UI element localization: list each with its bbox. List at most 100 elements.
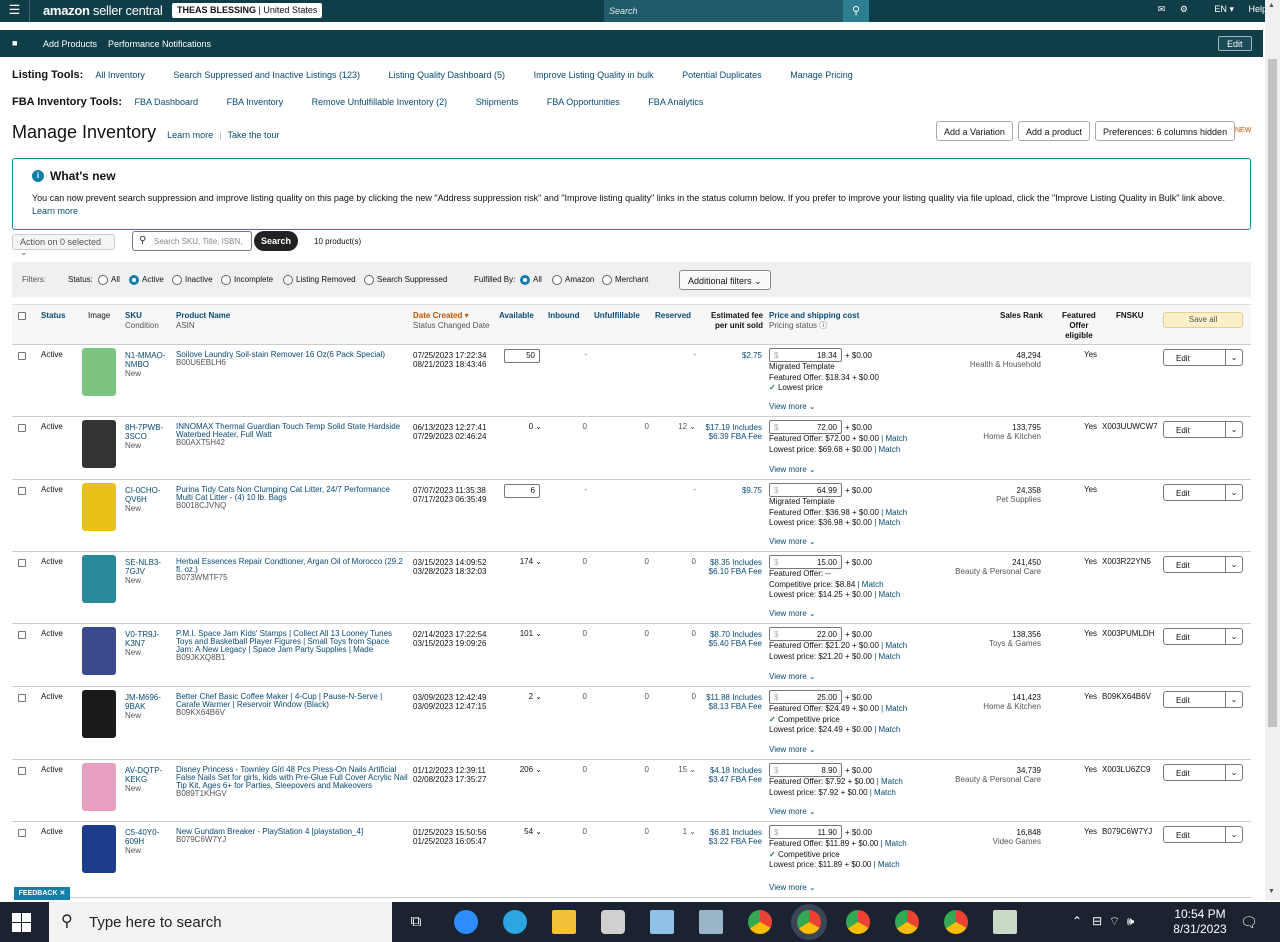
calculator-icon[interactable] <box>699 910 723 934</box>
match-link[interactable]: | Match <box>872 725 900 734</box>
available-input[interactable]: 6 <box>504 484 540 498</box>
row-sku[interactable]: 8H-7PWB- 3SCO New <box>125 423 163 450</box>
add-products-link[interactable]: Add Products <box>43 39 97 49</box>
network-icon[interactable]: ⊟ <box>1092 914 1102 928</box>
row-product-name[interactable]: Disney Princess - Townley Girl 48 Pcs Pr… <box>176 766 408 790</box>
add-variation-button[interactable]: Add a Variation <box>936 121 1013 141</box>
image-viewer-icon[interactable] <box>993 910 1017 934</box>
price-input[interactable]: $25.00 <box>769 690 842 704</box>
taskbar-search[interactable]: ⚲ Type here to search <box>49 902 392 942</box>
file-explorer-icon[interactable] <box>552 910 576 934</box>
taskbar-clock[interactable]: 10:54 PM 8/31/2023 <box>1172 907 1228 937</box>
row-sku[interactable]: V0-TR9J- K3N7 New <box>125 630 159 657</box>
price-input[interactable]: $15.00 <box>769 555 842 569</box>
price-input[interactable]: $64.99 <box>769 483 842 497</box>
view-more-link[interactable]: View more ⌄ <box>769 673 816 681</box>
row-available[interactable]: 2 ⌄ <box>512 693 542 701</box>
chevron-down-icon[interactable]: ⌄ <box>1225 485 1242 500</box>
col-sku[interactable]: SKU Condition <box>125 311 159 331</box>
task-view-icon[interactable]: ⧉ <box>404 910 428 934</box>
row-edit-button[interactable]: Edit ⌄ <box>1163 556 1243 573</box>
row-product-name[interactable]: P.M.I. Space Jam Kids' Stamps | Collect … <box>176 630 408 654</box>
match-link[interactable]: | Match <box>879 434 907 443</box>
performance-notifications-link[interactable]: Performance Notifications <box>108 39 211 49</box>
row-edit-button[interactable]: Edit ⌄ <box>1163 691 1243 708</box>
chevron-down-icon[interactable]: ⌄ <box>1225 827 1242 842</box>
view-more-link[interactable]: View more ⌄ <box>769 538 816 546</box>
row-checkbox[interactable] <box>18 559 26 567</box>
row-available[interactable]: 101 ⌄ <box>512 630 542 638</box>
mail-icon[interactable]: ✉ <box>1158 4 1166 14</box>
product-image[interactable] <box>82 627 116 675</box>
chevron-down-icon[interactable]: ⌄ <box>1225 692 1242 707</box>
wifi-icon[interactable]: ⌔ <box>1109 914 1120 928</box>
bookmark-icon[interactable]: ■ <box>12 38 17 48</box>
notepad-icon[interactable] <box>650 910 674 934</box>
col-status[interactable]: Status <box>41 311 65 321</box>
row-reserved[interactable]: - <box>672 351 696 359</box>
row-product-name[interactable]: Better Chef Basic Coffee Maker | 4-Cup |… <box>176 693 408 709</box>
menu-icon[interactable]: ☰ <box>0 0 30 22</box>
chevron-down-icon[interactable]: ⌄ <box>1225 422 1242 437</box>
feedback-button[interactable]: FEEDBACK ✕ <box>14 887 70 900</box>
save-all-button[interactable]: Save all <box>1163 312 1243 328</box>
col-inbound[interactable]: Inbound <box>548 311 580 321</box>
price-input[interactable]: $22.00 <box>769 627 842 641</box>
product-image[interactable] <box>82 420 116 468</box>
product-image[interactable] <box>82 555 116 603</box>
select-all-checkbox[interactable] <box>18 312 26 320</box>
row-checkbox[interactable] <box>18 694 26 702</box>
row-reserved[interactable]: 1 ⌄ <box>672 828 696 836</box>
row-available[interactable]: 174 ⌄ <box>512 558 542 566</box>
row-reserved[interactable]: 0 <box>672 630 696 638</box>
tool-all-inventory[interactable]: All Inventory <box>95 70 155 80</box>
row-reserved[interactable]: 0 <box>672 558 696 566</box>
tool-manage-pricing[interactable]: Manage Pricing <box>790 70 863 80</box>
product-image[interactable] <box>82 763 116 811</box>
status-all-radio[interactable]: All <box>98 275 120 285</box>
match-link[interactable]: | Match <box>879 508 907 517</box>
tool-improve-quality-bulk[interactable]: Improve Listing Quality in bulk <box>534 70 664 80</box>
fba-inventory-link[interactable]: FBA Inventory <box>227 97 294 107</box>
price-input[interactable]: $18.34 <box>769 348 842 362</box>
zoom-icon[interactable] <box>454 910 478 934</box>
gear-icon[interactable]: ⚙ <box>1180 4 1188 14</box>
chevron-down-icon[interactable]: ⌄ <box>1225 350 1242 365</box>
scrollbar-thumb[interactable] <box>1268 59 1277 727</box>
edit-bookmarks-button[interactable]: Edit <box>1218 36 1252 51</box>
col-unfulfillable[interactable]: Unfulfillable <box>594 311 640 321</box>
match-link[interactable]: | Match <box>872 445 900 454</box>
match-link[interactable]: | Match <box>872 518 900 527</box>
chevron-up-icon[interactable]: ⌃ <box>1072 914 1082 928</box>
bulk-action-select[interactable]: Action on 0 selected ⌄ <box>12 234 115 257</box>
fba-dashboard-link[interactable]: FBA Dashboard <box>135 97 209 107</box>
row-checkbox[interactable] <box>18 487 26 495</box>
take-tour-link[interactable]: Take the tour <box>227 130 279 140</box>
snipping-tool-icon[interactable] <box>601 910 625 934</box>
product-image[interactable] <box>82 825 116 873</box>
chrome-profile-icon[interactable] <box>846 910 870 934</box>
match-link[interactable]: | Match <box>872 590 900 599</box>
status-removed-radio[interactable]: Listing Removed <box>283 275 356 285</box>
row-reserved[interactable]: 0 <box>672 693 696 701</box>
search-icon[interactable]: ⚲ <box>843 0 869 22</box>
fulfilled-merchant-radio[interactable]: Merchant <box>602 275 648 285</box>
scroll-down-icon[interactable]: ▼ <box>1268 888 1275 895</box>
volume-icon[interactable]: 🕪 <box>1127 914 1135 928</box>
row-checkbox[interactable] <box>18 424 26 432</box>
match-link[interactable]: | Match <box>878 839 907 848</box>
search-button[interactable]: Search <box>254 231 298 251</box>
preferences-button[interactable]: Preferences: 6 columns hidden <box>1095 121 1236 141</box>
view-more-link[interactable]: View more ⌄ <box>769 746 816 754</box>
chrome-profile-icon[interactable] <box>895 910 919 934</box>
row-edit-button[interactable]: Edit ⌄ <box>1163 628 1243 645</box>
row-checkbox[interactable] <box>18 352 26 360</box>
row-edit-button[interactable]: Edit ⌄ <box>1163 349 1243 366</box>
view-more-link[interactable]: View more ⌄ <box>769 610 816 618</box>
learn-more-link[interactable]: Learn more <box>167 130 213 140</box>
whats-new-learn-more-link[interactable]: Learn more <box>32 206 78 216</box>
row-checkbox[interactable] <box>18 767 26 775</box>
info-icon[interactable]: ⓘ <box>817 321 827 330</box>
available-input[interactable]: 50 <box>504 349 540 363</box>
status-incomplete-radio[interactable]: Incomplete <box>221 275 273 285</box>
